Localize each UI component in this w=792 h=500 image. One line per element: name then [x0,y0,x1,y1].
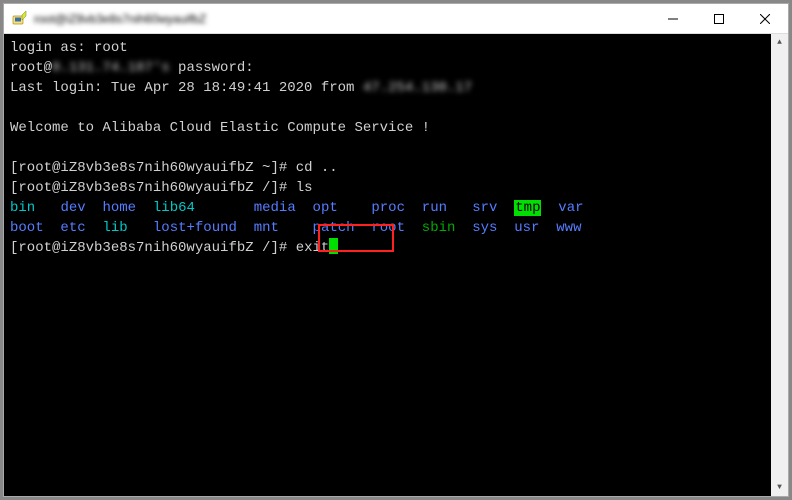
dir-www: www [556,220,581,236]
login-line: login as: root [10,38,771,58]
prompt-ls-line: [root@iZ8vb3e8s7nih60wyauifbZ /]# ls [10,178,771,198]
titlebar[interactable]: root@iZ8vb3e8s7nih60wyauifbZ [4,4,788,34]
dir-bin: bin [10,200,35,216]
scrollbar[interactable]: ▲ ▼ [771,34,788,496]
ls-row-1: bin dev home lib64 media opt proc run sr… [10,198,771,218]
window-controls [650,4,788,33]
last-login-line: Last login: Tue Apr 28 18:49:41 2020 fro… [10,78,771,98]
dir-root: root [371,220,405,236]
dir-mnt: mnt [254,220,279,236]
dir-media: media [254,200,296,216]
terminal-content: login as: root root@8.131.74.187's passw… [10,38,771,258]
dir-usr: usr [514,220,539,236]
dir-lib64: lib64 [153,200,195,216]
dir-sbin: sbin [422,220,456,236]
terminal-window: root@iZ8vb3e8s7nih60wyauifbZ login as: r… [3,3,789,497]
scroll-down-button[interactable]: ▼ [771,479,788,496]
dir-patch: patch [313,220,355,236]
scroll-up-button[interactable]: ▲ [771,34,788,51]
welcome-line: Welcome to Alibaba Cloud Elastic Compute… [10,118,771,138]
putty-icon [12,11,28,27]
dir-proc: proc [371,200,405,216]
dir-lostfound: lost+found [153,220,237,236]
dir-home: home [102,200,136,216]
dir-srv: srv [472,200,497,216]
minimize-button[interactable] [650,4,696,33]
terminal-area[interactable]: login as: root root@8.131.74.187's passw… [4,34,788,496]
blank-line [10,98,771,118]
maximize-button[interactable] [696,4,742,33]
dir-opt: opt [313,200,338,216]
dir-boot: boot [10,220,44,236]
dir-etc: etc [60,220,85,236]
dir-var: var [558,200,583,216]
close-button[interactable] [742,4,788,33]
terminal-cursor [329,238,338,254]
dir-lib: lib [102,220,127,236]
ls-row-2: boot etc lib lost+found mnt patch root s… [10,218,771,238]
dir-tmp: tmp [514,200,541,216]
prompt-exit-line: [root@iZ8vb3e8s7nih60wyauifbZ /]# exit [10,238,771,258]
dir-dev: dev [60,200,85,216]
prompt-cd-line: [root@iZ8vb3e8s7nih60wyauifbZ ~]# cd .. [10,158,771,178]
password-line: root@8.131.74.187's password: [10,58,771,78]
dir-run: run [422,200,447,216]
dir-sys: sys [472,220,497,236]
blank-line [10,138,771,158]
window-title: root@iZ8vb3e8s7nih60wyauifbZ [34,12,650,26]
exit-command: exit [296,240,330,256]
